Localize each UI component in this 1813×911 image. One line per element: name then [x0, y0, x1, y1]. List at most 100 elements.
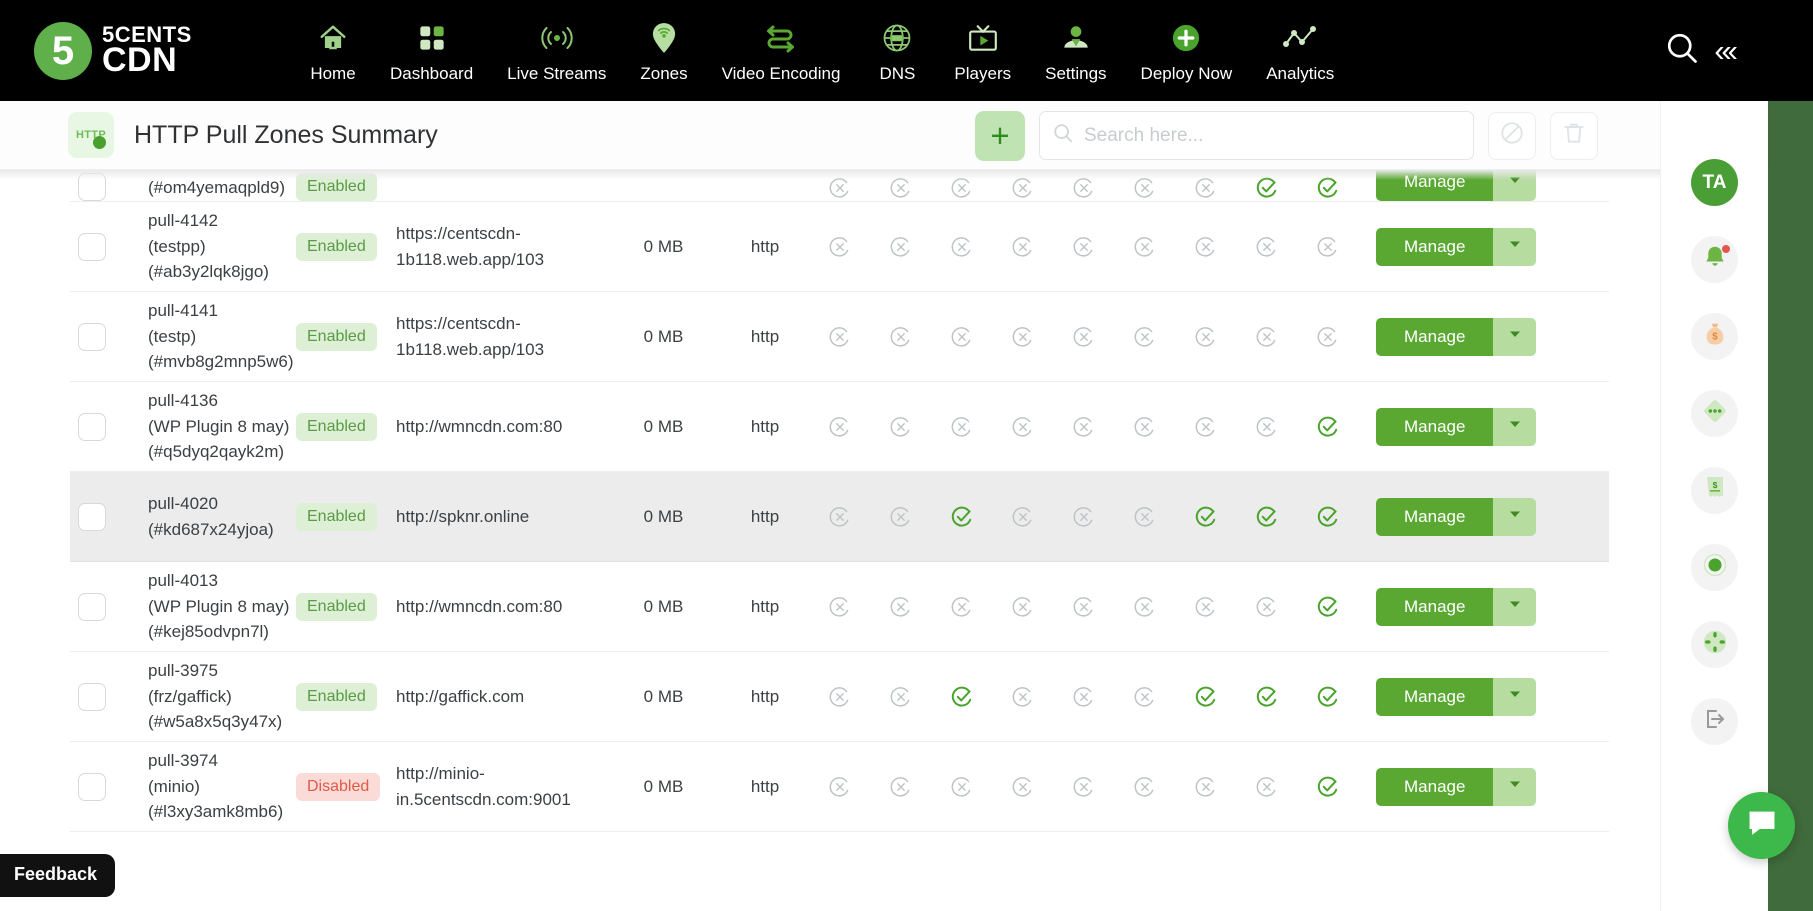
add-zone-button[interactable]: + [975, 110, 1025, 161]
chevrons-left-icon[interactable]: «‹ [1714, 35, 1737, 66]
feature-disabled-icon[interactable] [870, 504, 931, 530]
feature-disabled-icon[interactable] [931, 175, 992, 201]
manage-button[interactable]: Manage [1376, 497, 1494, 536]
feature-disabled-icon[interactable] [1053, 504, 1114, 530]
feature-disabled-icon[interactable] [809, 504, 870, 530]
feature-disabled-icon[interactable] [870, 774, 931, 800]
row-checkbox[interactable] [78, 232, 106, 261]
nav-item-video-encoding[interactable]: Video Encoding [708, 13, 855, 88]
brand-logo[interactable]: 5 5CENTS CDN [34, 21, 264, 80]
billing-balance-button[interactable]: $ [1691, 313, 1738, 360]
nav-item-deploy-now[interactable]: Deploy Now [1127, 13, 1247, 88]
feature-disabled-icon[interactable] [992, 504, 1053, 530]
feature-disabled-icon[interactable] [809, 234, 870, 260]
manage-button[interactable]: Manage [1376, 317, 1494, 356]
manage-button[interactable]: Manage [1376, 767, 1494, 806]
manage-dropdown-button[interactable] [1493, 587, 1537, 626]
chat-button[interactable] [1728, 792, 1795, 859]
manage-dropdown-button[interactable] [1493, 767, 1537, 806]
feature-disabled-icon[interactable] [931, 234, 992, 260]
more-options-button[interactable] [1691, 390, 1738, 437]
feature-disabled-icon[interactable] [1297, 324, 1358, 350]
table-row[interactable]: pull-3975 (frz/gaffick) (#w5a8x5q3y47x) Ena… [70, 652, 1609, 742]
feature-disabled-icon[interactable] [1297, 234, 1358, 260]
feature-disabled-icon[interactable] [992, 684, 1053, 710]
feature-disabled-icon[interactable] [870, 175, 931, 201]
feature-disabled-icon[interactable] [931, 324, 992, 350]
manage-button[interactable]: Manage [1376, 170, 1494, 201]
feature-disabled-icon[interactable] [870, 684, 931, 710]
search-input[interactable] [1084, 124, 1461, 147]
table-row[interactable]: pull-4141 (testp) (#mvb8g2mnp5w6) Enabled ht… [70, 292, 1609, 382]
feature-disabled-icon[interactable] [1053, 684, 1114, 710]
feature-disabled-icon[interactable] [809, 684, 870, 710]
feature-disabled-icon[interactable] [992, 414, 1053, 440]
feature-enabled-icon[interactable] [1236, 684, 1297, 710]
feature-disabled-icon[interactable] [1053, 324, 1114, 350]
feature-disabled-icon[interactable] [992, 324, 1053, 350]
feature-disabled-icon[interactable] [931, 774, 992, 800]
feature-enabled-icon[interactable] [1297, 684, 1358, 710]
feature-disabled-icon[interactable] [1114, 414, 1175, 440]
feature-disabled-icon[interactable] [992, 175, 1053, 201]
manage-button[interactable]: Manage [1376, 587, 1494, 626]
feature-enabled-icon[interactable] [1175, 684, 1236, 710]
delete-selected-button[interactable] [1550, 111, 1598, 160]
feature-disabled-icon[interactable] [1236, 324, 1297, 350]
feature-disabled-icon[interactable] [809, 175, 870, 201]
row-checkbox[interactable] [78, 412, 106, 441]
feature-disabled-icon[interactable] [1053, 594, 1114, 620]
avatar[interactable]: TA [1691, 159, 1738, 206]
feature-disabled-icon[interactable] [1175, 414, 1236, 440]
manage-dropdown-button[interactable] [1493, 677, 1537, 716]
feature-disabled-icon[interactable] [1175, 324, 1236, 350]
row-checkbox[interactable] [78, 502, 106, 531]
feature-disabled-icon[interactable] [809, 414, 870, 440]
manage-dropdown-button[interactable] [1493, 170, 1537, 201]
feature-disabled-icon[interactable] [992, 594, 1053, 620]
nav-item-live-streams[interactable]: Live Streams [493, 13, 620, 88]
table-row[interactable]: pull-4142 (testpp) (#ab3y2lqk8jgo) Enabled h… [70, 202, 1609, 292]
feature-disabled-icon[interactable] [1175, 175, 1236, 201]
feature-disabled-icon[interactable] [870, 324, 931, 350]
feedback-tab[interactable]: Feedback [0, 854, 116, 897]
feature-disabled-icon[interactable] [870, 414, 931, 440]
table-row[interactable]: pull-4020 (#kd687x24yjoa) Enabled http://sp… [70, 472, 1609, 562]
feature-disabled-icon[interactable] [1053, 414, 1114, 440]
feature-enabled-icon[interactable] [1297, 774, 1358, 800]
nav-item-settings[interactable]: Settings [1031, 13, 1120, 88]
feature-disabled-icon[interactable] [809, 594, 870, 620]
row-checkbox[interactable] [78, 173, 106, 201]
feature-disabled-icon[interactable] [809, 324, 870, 350]
feature-disabled-icon[interactable] [809, 774, 870, 800]
feature-disabled-icon[interactable] [1114, 324, 1175, 350]
feature-disabled-icon[interactable] [992, 774, 1053, 800]
feature-enabled-icon[interactable] [1236, 504, 1297, 530]
invoices-button[interactable]: $ [1691, 467, 1738, 514]
nav-item-home[interactable]: Home [296, 13, 370, 88]
disable-selected-button[interactable] [1488, 111, 1536, 160]
logout-button[interactable] [1691, 698, 1738, 745]
manage-dropdown-button[interactable] [1493, 317, 1537, 356]
row-checkbox[interactable] [78, 772, 106, 801]
feature-enabled-icon[interactable] [931, 684, 992, 710]
feature-disabled-icon[interactable] [1114, 175, 1175, 201]
feature-disabled-icon[interactable] [1053, 774, 1114, 800]
feature-enabled-icon[interactable] [1175, 504, 1236, 530]
manage-button[interactable]: Manage [1376, 407, 1494, 446]
feature-enabled-icon[interactable] [1297, 175, 1358, 201]
manage-dropdown-button[interactable] [1493, 227, 1537, 266]
feature-disabled-icon[interactable] [931, 594, 992, 620]
manage-button[interactable]: Manage [1376, 227, 1494, 266]
feature-disabled-icon[interactable] [1053, 234, 1114, 260]
feature-enabled-icon[interactable] [1297, 414, 1358, 440]
feature-disabled-icon[interactable] [1114, 684, 1175, 710]
row-checkbox[interactable] [78, 322, 106, 351]
crosshair-button[interactable] [1691, 621, 1738, 668]
feature-disabled-icon[interactable] [992, 234, 1053, 260]
feature-disabled-icon[interactable] [1236, 234, 1297, 260]
feature-disabled-icon[interactable] [1175, 594, 1236, 620]
table-row[interactable]: pull-3974 (minio) (#l3xy3amk8mb6) Disabled h… [70, 742, 1609, 832]
notifications-button[interactable] [1691, 236, 1738, 283]
nav-item-dashboard[interactable]: Dashboard [376, 13, 487, 88]
